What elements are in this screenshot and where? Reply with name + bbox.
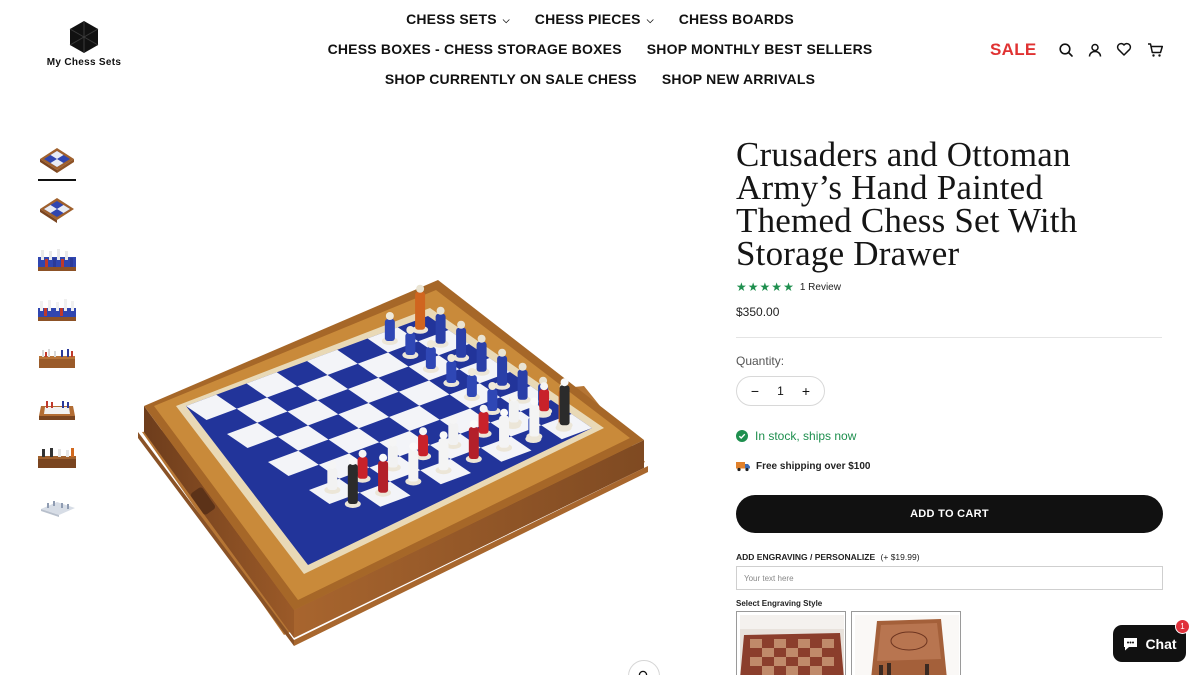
star-icon: ★: [747, 280, 759, 294]
chat-bubble-icon: [1124, 637, 1138, 650]
cart-icon[interactable]: [1147, 42, 1164, 58]
product-title: Crusaders and Ottoman Army’s Hand Painte…: [736, 135, 1078, 273]
engraving-label-text: ADD ENGRAVING / PERSONALIZE: [736, 552, 876, 562]
quantity-label: Quantity:: [736, 354, 785, 368]
increase-quantity-button[interactable]: +: [800, 383, 812, 399]
star-icon: ★: [771, 280, 783, 294]
nav-chess-sets[interactable]: CHESS SETS ⌵: [406, 11, 510, 27]
nav-new-arrivals[interactable]: SHOP NEW ARRIVALS: [662, 71, 815, 87]
thumbnail[interactable]: [36, 190, 78, 230]
brand-name: My Chess Sets: [46, 57, 122, 68]
check-circle-icon: [736, 430, 748, 442]
thumbnail[interactable]: [36, 239, 78, 279]
stock-status: In stock, ships now: [736, 429, 856, 443]
account-icon[interactable]: [1087, 42, 1103, 58]
review-count-link[interactable]: 1 Review: [800, 282, 841, 293]
star-rating: ★ ★ ★ ★ ★: [736, 281, 794, 293]
wishlist-icon[interactable]: [1116, 41, 1132, 57]
divider: [736, 337, 1162, 338]
nav-label: CHESS PIECES: [534, 11, 641, 27]
search-icon[interactable]: [1058, 42, 1074, 58]
star-icon: ★: [783, 280, 794, 294]
engraving-style-image: [740, 615, 844, 675]
chat-button[interactable]: Chat: [1113, 625, 1186, 662]
engraving-label: ADD ENGRAVING / PERSONALIZE (+ $19.99): [736, 552, 920, 562]
engraving-style-option-1[interactable]: [736, 611, 846, 675]
thumbnail[interactable]: [36, 487, 78, 527]
decrease-quantity-button[interactable]: −: [749, 383, 761, 399]
thumbnail[interactable]: [36, 338, 78, 378]
chat-label: Chat: [1145, 635, 1177, 652]
nav-label: CHESS SETS: [406, 11, 497, 27]
shipping-note-text: Free shipping over $100: [756, 461, 871, 472]
product-main-image[interactable]: [108, 170, 676, 675]
chess-set-illustration: [138, 280, 648, 646]
add-to-cart-button[interactable]: ADD TO CART: [736, 495, 1163, 533]
nav-best-sellers[interactable]: SHOP MONTHLY BEST SELLERS: [647, 41, 873, 57]
main-nav-row-3: SHOP CURRENTLY ON SALE CHESS SHOP NEW AR…: [0, 71, 1200, 87]
zoom-icon: [638, 670, 648, 675]
product-price: $350.00: [736, 305, 780, 319]
stock-status-text: In stock, ships now: [755, 429, 857, 443]
thumbnail-list: [36, 140, 80, 536]
chevron-down-icon: ⌵: [646, 14, 654, 25]
sale-link[interactable]: SALE: [990, 40, 1037, 60]
thumbnail[interactable]: [36, 289, 78, 329]
chat-unread-badge: 1: [1175, 619, 1190, 634]
engraving-text-input[interactable]: [736, 566, 1163, 590]
thumbnail[interactable]: [36, 388, 78, 428]
engraving-style-option-2[interactable]: [851, 611, 961, 675]
engraving-style-image: [855, 615, 959, 675]
quantity-value[interactable]: 1: [777, 384, 784, 398]
product-rating[interactable]: ★ ★ ★ ★ ★ 1 Review: [736, 281, 841, 293]
chevron-down-icon: ⌵: [502, 14, 510, 25]
delivery-truck-icon: [736, 462, 750, 472]
thumbnail[interactable]: [36, 140, 78, 181]
nav-chess-boards[interactable]: CHESS BOARDS: [679, 11, 794, 27]
shipping-note: Free shipping over $100: [736, 461, 871, 472]
nav-chess-pieces[interactable]: CHESS PIECES ⌵: [535, 11, 654, 27]
quantity-stepper: − 1 +: [736, 376, 825, 406]
star-icon: ★: [759, 280, 771, 294]
main-nav-row-1: CHESS SETS ⌵ CHESS PIECES ⌵ CHESS BOARDS: [0, 11, 1200, 27]
nav-chess-boxes[interactable]: CHESS BOXES - CHESS STORAGE BOXES: [328, 41, 622, 57]
engraving-style-label: Select Engraving Style: [736, 599, 823, 608]
thumbnail[interactable]: [36, 437, 78, 477]
engraving-price: (+ $19.99): [880, 552, 920, 562]
nav-label: CHESS BOARDS: [678, 11, 794, 27]
nav-on-sale[interactable]: SHOP CURRENTLY ON SALE CHESS: [385, 71, 637, 87]
star-icon: ★: [736, 280, 747, 294]
